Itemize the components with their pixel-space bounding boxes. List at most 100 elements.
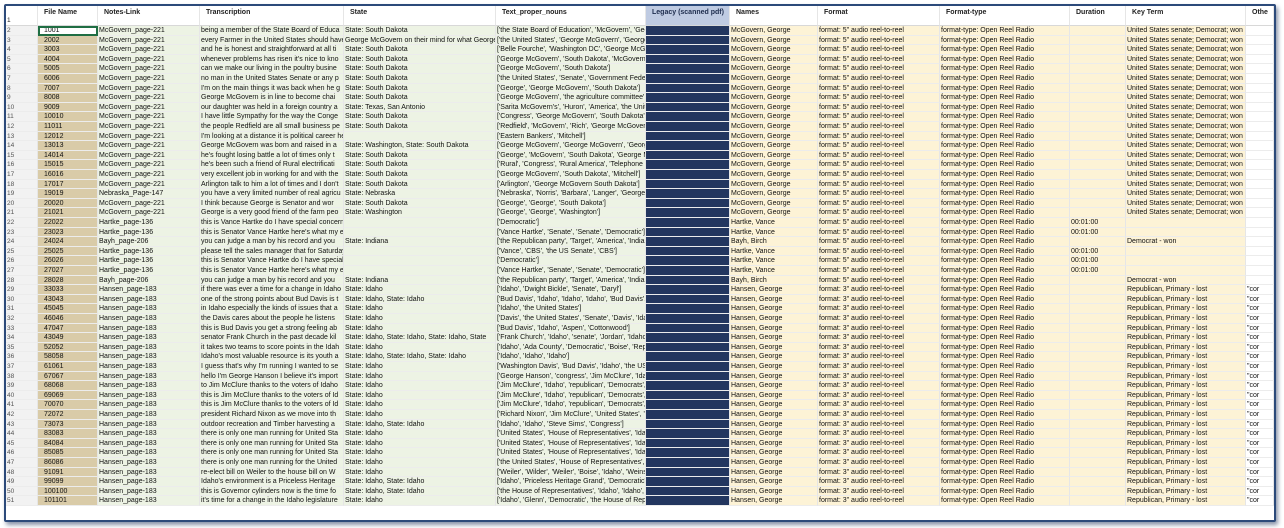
cell-other[interactable]: "cor (1246, 448, 1274, 458)
cell-transcription[interactable]: in Idaho especially the kinds of issues … (200, 304, 344, 314)
cell-text-proper-nouns[interactable]: ['George McGovern', 'South Dakota', 'McG… (496, 54, 646, 65)
cell-format-type[interactable]: format-type: Open Reel Radio (940, 429, 1070, 439)
cell-transcription[interactable]: Idaho's most valuable resource is its yo… (200, 352, 344, 362)
cell-legacy-scanned-pdf[interactable] (646, 256, 730, 266)
cell-other[interactable] (1246, 179, 1274, 190)
cell-names[interactable]: Hansen, George (730, 362, 818, 372)
row-number[interactable]: 39 (6, 381, 38, 391)
cell-other[interactable]: "cor (1246, 496, 1274, 506)
cell-format-type[interactable]: format-type: Open Reel Radio (940, 342, 1070, 353)
cell-key-term[interactable] (1126, 256, 1246, 266)
cell-key-term[interactable]: Democrat - won (1126, 237, 1246, 247)
cell-legacy-scanned-pdf[interactable] (646, 342, 730, 353)
row-number[interactable]: 51 (6, 496, 38, 506)
cell-text-proper-nouns[interactable]: ['George McGovern', 'George McGovern', '… (496, 141, 646, 151)
cell-other[interactable]: "cor (1246, 410, 1274, 420)
row-number[interactable]: 19 (6, 189, 38, 199)
cell-format-type[interactable]: format-type: Open Reel Radio (940, 170, 1070, 180)
cell-file-name[interactable]: 6006 (38, 74, 98, 84)
cell-key-term[interactable]: Republican, Primary - lost (1126, 477, 1246, 487)
cell-other[interactable]: "cor (1246, 362, 1274, 372)
cell-duration[interactable] (1070, 141, 1126, 151)
cell-format[interactable]: format: 5" audio reel-to-reel (818, 160, 940, 170)
row-header-1[interactable]: 1 (6, 6, 38, 26)
cell-duration[interactable] (1070, 458, 1126, 468)
column-header-state[interactable]: State (344, 6, 496, 26)
cell-format[interactable]: format: 5" audio reel-to-reel (818, 45, 940, 55)
cell-transcription[interactable]: this is Vance Hartke do I have special c… (200, 218, 344, 228)
cell-duration[interactable] (1070, 237, 1126, 247)
cell-file-name[interactable]: 23023 (38, 227, 98, 238)
cell-text-proper-nouns[interactable]: ['Idaho', 'Dwight Bickle', 'Senate', 'Da… (496, 285, 646, 295)
cell-legacy-scanned-pdf[interactable] (646, 74, 730, 84)
cell-key-term[interactable]: Republican, Primary - lost (1126, 496, 1246, 506)
cell-file-name[interactable]: 17017 (38, 179, 98, 190)
cell-format-type[interactable]: format-type: Open Reel Radio (940, 74, 1070, 84)
cell-key-term[interactable]: United States senate; Democrat; won (1126, 54, 1246, 65)
cell-state[interactable]: State: Idaho (344, 390, 496, 401)
cell-notes-link[interactable]: McGovern_page-221 (98, 102, 200, 113)
cell-state[interactable]: State: Washington (344, 208, 496, 218)
row-number[interactable]: 22 (6, 218, 38, 228)
cell-state[interactable]: George McGovern on their mind for what G… (344, 35, 496, 46)
cell-key-term[interactable]: United States senate; Democrat; won (1126, 64, 1246, 74)
cell-format[interactable]: format: 3" audio reel-to-reel (818, 448, 940, 458)
cell-text-proper-nouns[interactable]: ['Davis', 'the United States', 'Senate',… (496, 314, 646, 324)
cell-text-proper-nouns[interactable]: ['United States', 'House of Representati… (496, 448, 646, 458)
cell-key-term[interactable]: United States senate; Democrat; won (1126, 141, 1246, 151)
cell-legacy-scanned-pdf[interactable] (646, 198, 730, 209)
cell-format[interactable]: format: 3" audio reel-to-reel (818, 294, 940, 305)
cell-text-proper-nouns[interactable]: ['Idaho', 'Priceless Heritage Grand', 'D… (496, 477, 646, 487)
cell-notes-link[interactable]: Hansen_page-183 (98, 438, 200, 449)
cell-notes-link[interactable]: Hansen_page-183 (98, 458, 200, 468)
cell-duration[interactable] (1070, 390, 1126, 401)
cell-text-proper-nouns[interactable]: ['Sarita McGovern's', 'Huron', 'America'… (496, 102, 646, 113)
cell-notes-link[interactable]: McGovern_page-221 (98, 112, 200, 122)
cell-legacy-scanned-pdf[interactable] (646, 227, 730, 238)
cell-key-term[interactable]: Republican, Primary - lost (1126, 400, 1246, 410)
cell-transcription[interactable]: there is only one man running for the Un… (200, 458, 344, 468)
row-number[interactable]: 13 (6, 131, 38, 142)
cell-legacy-scanned-pdf[interactable] (646, 189, 730, 199)
cell-duration[interactable] (1070, 198, 1126, 209)
cell-transcription[interactable]: George is a very good friend of the farm… (200, 208, 344, 218)
cell-state[interactable]: State: Texas, San Antonio (344, 102, 496, 113)
cell-format-type[interactable]: format-type: Open Reel Radio (940, 208, 1070, 218)
cell-format[interactable]: format: 5" audio reel-to-reel (818, 131, 940, 142)
cell-text-proper-nouns[interactable]: ['United States', 'House of Representati… (496, 429, 646, 439)
cell-file-name[interactable]: 10010 (38, 112, 98, 122)
cell-names[interactable]: Hartke, Vance (730, 227, 818, 238)
cell-names[interactable]: McGovern, George (730, 170, 818, 180)
row-number[interactable]: 18 (6, 179, 38, 190)
row-number[interactable]: 5 (6, 54, 38, 65)
cell-format[interactable]: format: 5" audio reel-to-reel (818, 150, 940, 161)
cell-transcription[interactable]: it takes two teams to score points in th… (200, 342, 344, 353)
cell-text-proper-nouns[interactable]: ['Jim McClure', 'Idaho', 'republican', '… (496, 400, 646, 410)
cell-format[interactable]: format: 3" audio reel-to-reel (818, 362, 940, 372)
cell-legacy-scanned-pdf[interactable] (646, 362, 730, 372)
cell-other[interactable] (1246, 208, 1274, 218)
cell-duration[interactable] (1070, 83, 1126, 94)
cell-format-type[interactable]: format-type: Open Reel Radio (940, 45, 1070, 55)
cell-duration[interactable]: 00:01:00 (1070, 256, 1126, 266)
cell-key-term[interactable]: Republican, Primary - lost (1126, 458, 1246, 468)
cell-other[interactable]: "cor (1246, 390, 1274, 401)
cell-transcription[interactable]: this is Senator Vance Hartke here's what… (200, 227, 344, 238)
cell-file-name[interactable]: 100100 (38, 486, 98, 497)
row-number[interactable]: 50 (6, 486, 38, 497)
cell-state[interactable]: State: South Dakota (344, 83, 496, 94)
cell-format[interactable]: format: 5" audio reel-to-reel (818, 170, 940, 180)
cell-format[interactable]: format: 3" audio reel-to-reel (818, 314, 940, 324)
cell-format-type[interactable]: format-type: Open Reel Radio (940, 410, 1070, 420)
cell-key-term[interactable]: United States senate; Democrat; won (1126, 160, 1246, 170)
cell-duration[interactable] (1070, 170, 1126, 180)
column-header-notes-link[interactable]: Notes-Link (98, 6, 200, 26)
cell-file-name[interactable]: 7007 (38, 83, 98, 94)
cell-notes-link[interactable]: Hansen_page-183 (98, 429, 200, 439)
cell-names[interactable]: Hartke, Vance (730, 256, 818, 266)
cell-format[interactable]: format: 3" audio reel-to-reel (818, 323, 940, 334)
cell-legacy-scanned-pdf[interactable] (646, 410, 730, 420)
cell-format-type[interactable]: format-type: Open Reel Radio (940, 64, 1070, 74)
row-number[interactable]: 40 (6, 390, 38, 401)
cell-names[interactable]: Hansen, George (730, 467, 818, 478)
